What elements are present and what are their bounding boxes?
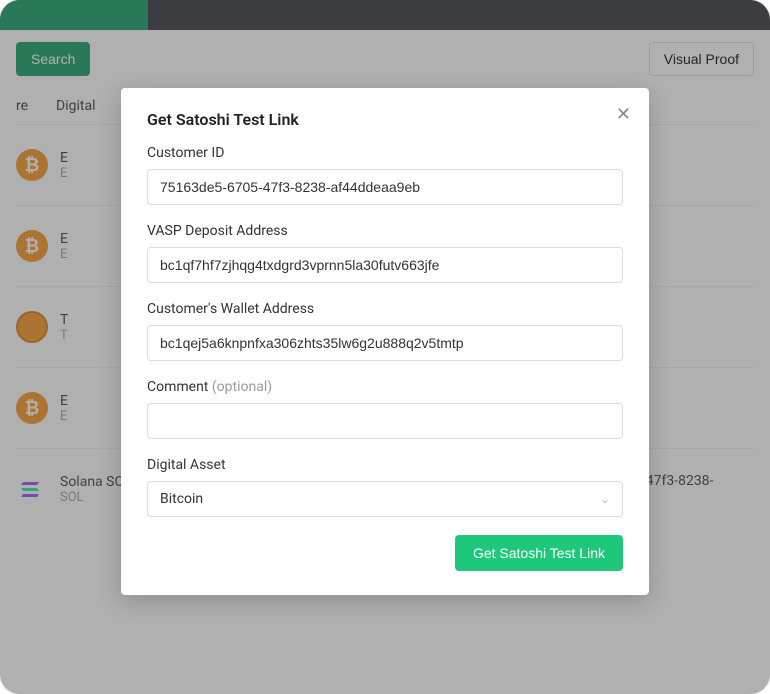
wallet-address-input[interactable] [147, 325, 623, 361]
app-frame: Search Visual Proof re Digital ₿ E E f3-… [0, 0, 770, 694]
wallet-address-label: Customer's Wallet Address [147, 301, 623, 317]
vasp-address-label: VASP Deposit Address [147, 223, 623, 239]
optional-hint: (optional) [212, 379, 272, 395]
satoshi-test-modal: Get Satoshi Test Link ✕ Customer ID VASP… [121, 88, 649, 595]
digital-asset-label: Digital Asset [147, 457, 623, 473]
close-icon[interactable]: ✕ [616, 104, 631, 125]
customer-id-input[interactable] [147, 169, 623, 205]
modal-title: Get Satoshi Test Link [147, 110, 623, 129]
select-value: Bitcoin [160, 491, 203, 507]
customer-id-label: Customer ID [147, 145, 623, 161]
digital-asset-select[interactable]: Bitcoin ⌄ [147, 481, 623, 517]
vasp-address-input[interactable] [147, 247, 623, 283]
chevron-down-icon: ⌄ [600, 492, 610, 506]
comment-label: Comment (optional) [147, 379, 623, 395]
modal-overlay[interactable]: Get Satoshi Test Link ✕ Customer ID VASP… [0, 0, 770, 694]
comment-input[interactable] [147, 403, 623, 439]
get-satoshi-link-button[interactable]: Get Satoshi Test Link [455, 535, 623, 571]
